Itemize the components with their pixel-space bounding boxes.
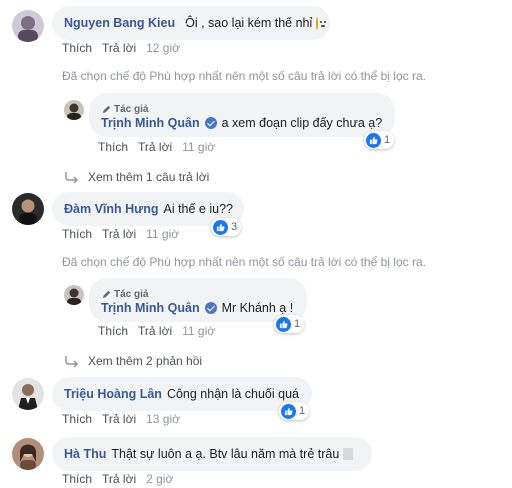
slightly-frowning-face-icon [316,16,326,30]
comment-actions: Thích Trả lời 12 giờ [62,41,180,55]
like-button[interactable]: Thích [62,472,92,486]
avatar[interactable] [12,193,44,225]
blurred-emoji-icon [343,448,354,460]
comment-text: a xem đoạn clip đấy chưa ạ? [221,115,383,130]
reaction-count[interactable]: 1 [279,402,310,420]
commenter-name[interactable]: Triệu Hoàng Lân [64,387,162,401]
comment-actions: Thích Trả lời 11 giờ [98,140,215,154]
reply-button[interactable]: Trả lời [102,41,136,55]
reply-button[interactable]: Trả lời [102,472,136,486]
like-button[interactable]: Thích [62,412,92,426]
reaction-count[interactable]: 3 [211,218,242,236]
like-button[interactable]: Thích [62,227,92,241]
author-tag: Tác giả [101,288,148,301]
comment-bubble: Triệu Hoàng Lân Công nhận là chuối quá [52,377,312,411]
comment-actions: Thích Trả lời 11 giờ [62,227,179,241]
like-button[interactable]: Thích [98,324,128,338]
comment-actions: Thích Trả lời 13 giờ [62,412,180,426]
timestamp[interactable]: 11 giờ [182,140,215,154]
timestamp[interactable]: 11 giờ [182,324,215,338]
avatar[interactable] [64,100,84,120]
commenter-name[interactable]: Nguyen Bang Kieu [64,16,175,30]
comment-bubble: Nguyen Bang Kieu Ôi , sao lại kém thế nh… [52,6,330,40]
avatar[interactable] [12,378,44,410]
comment-text: Thật sự luôn a ạ. Btv lâu năm mà trẻ trâ… [111,447,340,461]
reply-button[interactable]: Trả lời [138,324,172,338]
reply-arrow-icon [65,356,79,367]
comment-bubble: Hà Thu Thật sự luôn a ạ. Btv lâu năm mà … [52,437,372,471]
reaction-count-value: 1 [294,318,301,330]
avatar[interactable] [12,10,44,42]
filter-note: Đã chọn chế độ Phù hợp nhất nên một số c… [62,255,426,269]
timestamp[interactable]: 2 giờ [146,472,173,486]
comment-actions: Thích Trả lời 11 giờ [98,324,215,338]
comment-text: Mr Khánh ạ ! [221,300,294,315]
like-button[interactable]: Thích [98,140,128,154]
reply-arrow-icon [65,172,79,183]
comment-text: Ôi , sao lại kém thế nhỉ [185,16,313,30]
filter-note: Đã chọn chế độ Phù hợp nhất nên một số c… [62,69,426,83]
view-more-replies-button[interactable]: Xem thêm 1 câu trả lời [64,170,209,184]
thumbs-up-icon [213,219,228,235]
reaction-count-value: 1 [384,134,391,146]
reaction-count-value: 1 [299,405,306,417]
comment-bubble: Tác giả Trịnh Minh Quân a xem đoạn clip … [89,93,395,137]
timestamp[interactable]: 13 giờ [146,412,180,426]
view-more-replies-button[interactable]: Xem thêm 2 phản hồi [64,354,202,368]
verified-icon [204,116,217,129]
commenter-name[interactable]: Đàm Vĩnh Hưng [64,202,158,216]
reply-button[interactable]: Trả lời [102,412,136,426]
reply-button[interactable]: Trả lời [102,227,136,241]
timestamp[interactable]: 12 giờ [146,41,180,55]
thumbs-up-icon [366,132,381,148]
comment-actions: Thích Trả lời 2 giờ [62,472,173,486]
comment-bubble: Tác giả Trịnh Minh Quân Mr Khánh ạ ! [89,278,307,322]
comment-text: Công nhận là chuối quá [166,387,299,401]
pencil-icon [102,105,111,113]
thumbs-up-icon [281,403,296,419]
author-tag-label: Tác giả [114,288,149,300]
reaction-count[interactable]: 1 [274,315,305,333]
author-tag-label: Tác giả [114,103,149,115]
avatar[interactable] [12,438,44,470]
pencil-icon [102,290,111,298]
commenter-name[interactable]: Hà Thu [64,447,106,461]
author-tag: Tác giả [101,103,148,116]
like-button[interactable]: Thích [62,41,92,55]
reaction-count[interactable]: 1 [364,131,395,149]
view-more-replies-label[interactable]: Xem thêm 1 câu trả lời [88,170,209,184]
avatar[interactable] [64,285,84,305]
thumbs-up-icon [276,316,291,332]
verified-icon [204,301,217,314]
reaction-count-value: 3 [231,221,238,233]
timestamp[interactable]: 11 giờ [146,227,179,241]
comment-text: Ai thế e iu?? [163,202,233,216]
reply-button[interactable]: Trả lời [138,140,172,154]
commenter-name[interactable]: Trịnh Minh Quân [101,301,200,315]
view-more-replies-label[interactable]: Xem thêm 2 phản hồi [88,354,202,368]
commenter-name[interactable]: Trịnh Minh Quân [101,116,200,130]
